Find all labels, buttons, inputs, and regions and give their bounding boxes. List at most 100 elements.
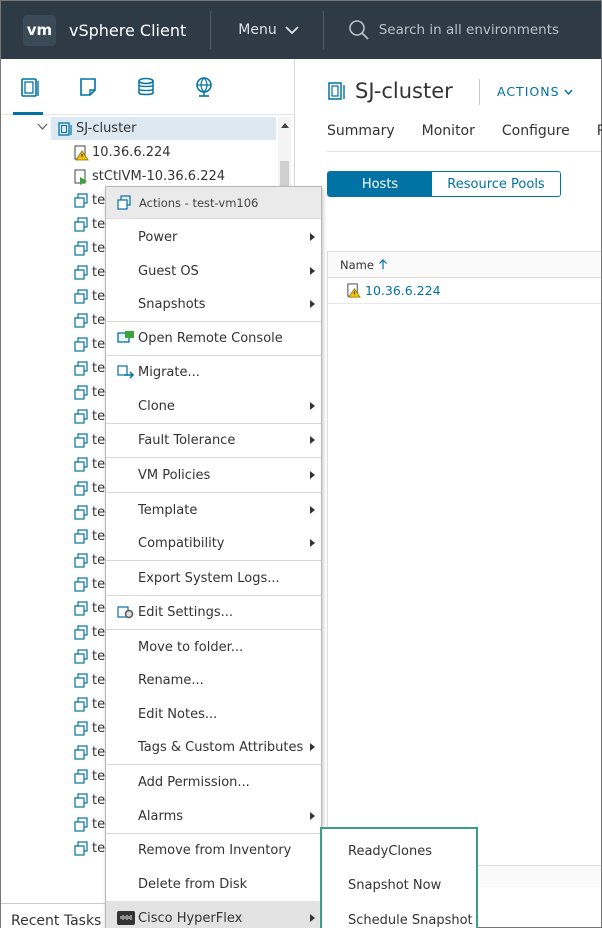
table-row[interactable]: 10.36.6.224 — [328, 278, 601, 304]
tree-item-vm[interactable]: te — [73, 189, 105, 212]
actions-button[interactable]: ACTIONS — [497, 84, 573, 99]
cisco-hyperflex-menu-item[interactable]: Cisco HyperFlex — [106, 901, 321, 928]
host-link[interactable]: 10.36.6.224 — [365, 283, 441, 298]
add-permission-menu-item[interactable]: Add Permission... — [106, 765, 321, 799]
schedule-snapshot-menu-item[interactable]: Schedule Snapshot — [322, 903, 476, 928]
menu-item-label: Power — [138, 229, 178, 245]
vm-icon — [74, 552, 88, 568]
tree-item-vm[interactable]: te — [73, 405, 105, 428]
template-menu-item[interactable]: Template — [106, 493, 321, 527]
vm-icon — [74, 360, 88, 376]
tree-item-vm[interactable]: te — [73, 477, 105, 500]
tree-item-vm[interactable]: te — [73, 789, 105, 812]
submenu-arrow-icon — [310, 506, 315, 514]
tab-permissions[interactable]: P — [597, 123, 602, 139]
tree-item-vm[interactable]: te — [73, 429, 105, 452]
tree-item-host[interactable]: 10.36.6.224 — [73, 141, 171, 164]
tree-item-vm[interactable]: te — [73, 525, 105, 548]
tab-vms-and-templates[interactable] — [59, 59, 117, 115]
tree-item-vm[interactable]: te — [73, 549, 105, 572]
tree-item-label: SJ-cluster — [76, 121, 137, 136]
power-menu-item[interactable]: Power — [106, 220, 321, 254]
tags-custom-attributes-menu-item[interactable]: Tags & Custom Attributes — [106, 730, 321, 764]
submenu-arrow-icon — [310, 267, 315, 275]
tree-item-vm[interactable]: te — [73, 261, 105, 284]
export-system-logs-menu-item[interactable]: Export System Logs... — [106, 561, 321, 595]
storage-icon — [138, 77, 154, 95]
tree-item-vm[interactable]: te — [73, 501, 105, 524]
tree-item-vm[interactable]: te — [73, 357, 105, 380]
tree-item-vm[interactable]: te — [73, 693, 105, 716]
header-divider — [322, 11, 324, 49]
resource-pools-segment[interactable]: Resource Pools — [432, 172, 560, 196]
tree-item-vm[interactable]: te — [73, 213, 105, 236]
tree-item-label: te — [92, 193, 106, 208]
snapshots-menu-item[interactable]: Snapshots — [106, 287, 321, 321]
tree-item-vm[interactable]: te — [73, 669, 105, 692]
migrate-menu-item[interactable]: Migrate... — [106, 355, 321, 389]
vm-logo[interactable]: vm — [23, 14, 56, 46]
menu-button[interactable]: Menu — [238, 22, 299, 38]
vm-icon — [74, 456, 88, 472]
tree-item-vm[interactable]: te — [73, 333, 105, 356]
tree-item-vm[interactable]: te — [73, 597, 105, 620]
column-header-name[interactable]: Name — [328, 252, 601, 278]
alarms-menu-item[interactable]: Alarms — [106, 799, 321, 833]
tree-item-vm[interactable]: te — [73, 741, 105, 764]
tab-configure[interactable]: Configure — [502, 123, 570, 139]
sort-ascending-icon — [379, 259, 387, 269]
tab-storage[interactable] — [117, 59, 175, 115]
tree-item-vm[interactable]: te — [73, 837, 105, 860]
vm-icon — [117, 195, 131, 210]
vm-icon — [74, 216, 88, 232]
tree-item-vm[interactable]: te — [73, 621, 105, 644]
tree-item-vm[interactable]: te — [73, 237, 105, 260]
tree-item-label: te — [92, 313, 106, 328]
tree-item-vm[interactable]: te — [73, 573, 105, 596]
submenu-arrow-icon — [310, 539, 315, 547]
tree-item-vm[interactable]: te — [73, 813, 105, 836]
vm-icon — [74, 528, 88, 544]
tab-summary[interactable]: Summary — [327, 123, 395, 139]
tree-item-vm[interactable]: te — [73, 453, 105, 476]
submenu-arrow-icon — [310, 914, 315, 922]
tree-item-vm[interactable]: te — [73, 309, 105, 332]
clone-menu-item[interactable]: Clone — [106, 389, 321, 423]
move-to-folder-menu-item[interactable]: Move to folder... — [106, 630, 321, 664]
hosts-segment[interactable]: Hosts — [328, 172, 432, 196]
vm-policies-menu-item[interactable]: VM Policies — [106, 458, 321, 492]
tabs-divider — [327, 151, 601, 152]
readyclones-menu-item[interactable]: ReadyClones — [322, 834, 476, 868]
tree-item-vm[interactable]: te — [73, 717, 105, 740]
tree-item-vm[interactable]: te — [73, 285, 105, 308]
edit-settings-menu-item[interactable]: Edit Settings... — [106, 595, 321, 629]
tree-item-controller-vm[interactable]: stCtlVM-10.36.6.224 — [73, 165, 225, 188]
edit-notes-menu-item[interactable]: Edit Notes... — [106, 697, 321, 731]
tree-item-vm[interactable]: te — [73, 765, 105, 788]
compatibility-menu-item[interactable]: Compatibility — [106, 526, 321, 560]
guest-os-menu-item[interactable]: Guest OS — [106, 254, 321, 288]
delete-from-disk-menu-item[interactable]: Delete from Disk — [106, 867, 321, 901]
tree-item-vm[interactable]: te — [73, 381, 105, 404]
global-search[interactable]: Search in all environments — [348, 19, 559, 41]
tab-monitor[interactable]: Monitor — [422, 123, 475, 139]
tree-item-label: te — [92, 217, 106, 232]
tree-item-label: te — [92, 361, 106, 376]
tree-item-vm[interactable]: te — [73, 645, 105, 668]
segmented-control: Hosts Resource Pools — [327, 171, 561, 197]
tree-item-label: te — [92, 745, 106, 760]
open-remote-console-menu-item[interactable]: Open Remote Console — [106, 321, 321, 355]
tab-networking[interactable] — [175, 59, 233, 115]
tree-item-sj-cluster[interactable]: SJ-cluster — [51, 117, 276, 140]
title-divider — [479, 79, 480, 105]
rename-menu-item[interactable]: Rename... — [106, 663, 321, 697]
tab-hosts-and-clusters[interactable] — [1, 59, 59, 115]
fault-tolerance-menu-item[interactable]: Fault Tolerance — [106, 423, 321, 457]
snapshot-now-menu-item[interactable]: Snapshot Now — [322, 868, 476, 902]
chevron-down-icon[interactable] — [37, 123, 48, 131]
hosts-grid: Name 10.36.6.224 — [327, 251, 601, 879]
scroll-up-arrow-icon[interactable] — [281, 123, 289, 128]
remove-from-inventory-menu-item[interactable]: Remove from Inventory — [106, 833, 321, 867]
tree-item-label: te — [92, 841, 106, 856]
app-title: vSphere Client — [69, 20, 187, 40]
